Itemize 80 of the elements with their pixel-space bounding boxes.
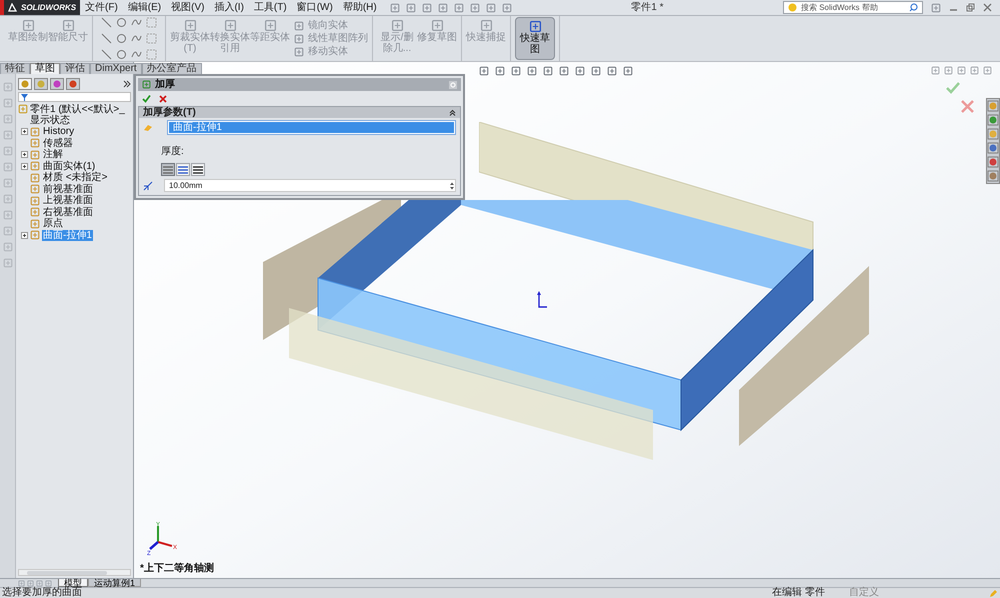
tree-item[interactable]: 右视基准面 [42, 206, 94, 218]
side-lines-icon [163, 166, 173, 174]
sketch-tool-icon[interactable] [146, 17, 157, 28]
sketch-tool-icon[interactable] [101, 17, 112, 28]
spin-arrows-icon[interactable] [449, 180, 455, 190]
sketch-tool-icon[interactable] [146, 48, 157, 60]
sketch-tool-icon[interactable] [116, 48, 127, 60]
sketch-tool-icon[interactable] [101, 32, 112, 44]
help-bubble-icon [788, 3, 797, 12]
tree-item[interactable]: 注解 [42, 149, 64, 160]
menu-item[interactable]: 插入(I) [209, 0, 249, 14]
thickness-dimension-icon [143, 180, 154, 190]
section-title: 加厚参数(T) [143, 107, 196, 118]
confirm-check-icon[interactable] [946, 82, 960, 94]
window-title: 零件1 * [631, 1, 664, 15]
tree-item[interactable]: 材质 <未指定> [42, 172, 108, 184]
menu-item[interactable]: 视图(V) [166, 0, 210, 14]
manager-tab-icon[interactable] [34, 78, 48, 90]
tree-item[interactable]: 传感器 [42, 138, 74, 149]
sketch-tool-icon[interactable] [116, 32, 127, 44]
task-pane-icon[interactable] [987, 113, 999, 127]
thickness-spin-field[interactable]: 10.00mm [164, 179, 456, 192]
side-lines-icon [193, 166, 203, 174]
task-pane-icon[interactable] [987, 169, 999, 183]
horizontal-scrollbar[interactable] [18, 569, 131, 576]
sketch-tool-icon[interactable] [101, 48, 112, 60]
expand-icon[interactable] [21, 232, 28, 239]
menu-item[interactable]: 窗口(W) [292, 0, 338, 14]
cancel-x-icon[interactable] [961, 100, 974, 113]
command-tab[interactable]: 办公室产品 [142, 63, 202, 74]
logo-mark-icon [8, 3, 17, 12]
collapse-chevron-icon[interactable] [449, 109, 456, 116]
side-lines-icon [178, 166, 188, 174]
expand-icon[interactable] [21, 151, 28, 158]
status-message: 选择要加厚的曲面 [2, 588, 82, 598]
command-tab[interactable]: DimXpert [90, 63, 142, 74]
logo-text: SOLIDWORKS [21, 2, 76, 14]
cancel-x-icon[interactable] [159, 94, 167, 102]
tree-item[interactable]: 原点 [42, 218, 64, 230]
thickness-label: 厚度: [161, 146, 184, 157]
manager-tab-icon[interactable] [18, 78, 32, 90]
expand-icon[interactable] [21, 162, 28, 170]
manager-tab-icon[interactable] [66, 78, 80, 90]
sketch-tool-icon[interactable] [116, 17, 127, 28]
surface-icon [143, 124, 153, 132]
search-field[interactable]: 搜索 SolidWorks 帮助 [783, 1, 923, 14]
command-tab[interactable]: 特征 [0, 63, 30, 74]
edit-mode-text: 在编辑 零件 [772, 588, 825, 598]
view-orientation-label: *上下二等角轴测 [140, 562, 214, 576]
thickness-side-button[interactable] [191, 163, 205, 176]
task-pane-icon[interactable] [987, 141, 999, 155]
expand-icon[interactable] [21, 128, 28, 136]
expand-chevron-icon[interactable] [123, 80, 131, 88]
sketch-tool-icon[interactable] [146, 32, 157, 44]
ribbon-button[interactable]: 快速草图 [515, 17, 555, 60]
tree-item[interactable]: 上视基准面 [42, 195, 94, 206]
search-icon[interactable] [909, 3, 918, 12]
sketch-tool-icon[interactable] [131, 32, 142, 44]
tree-item[interactable]: 前视基准面 [42, 184, 94, 195]
tree-root[interactable]: 零件1 (默认<<默认>_显示状态 [30, 104, 133, 126]
menu-item[interactable]: 文件(F) [80, 0, 123, 14]
confirm-check-icon[interactable] [142, 94, 151, 103]
task-pane-icon[interactable] [987, 99, 999, 113]
task-pane-icon[interactable] [987, 127, 999, 141]
filter-field[interactable] [18, 92, 131, 102]
model-tab[interactable]: 模型 [58, 579, 88, 587]
task-pane-icon[interactable] [987, 155, 999, 169]
manager-tab-icon[interactable] [50, 78, 64, 90]
model-tab[interactable]: 运动算例1 [88, 579, 142, 587]
menu-item[interactable]: 编辑(E) [122, 0, 166, 14]
panel-title: 加厚 [155, 78, 175, 92]
units-text: 自定义 [849, 588, 879, 598]
command-tab[interactable]: 草图 [30, 63, 60, 74]
menu-item[interactable]: 工具(T) [248, 0, 292, 14]
command-tab[interactable]: 评估 [60, 63, 90, 74]
sketch-tool-icon[interactable] [131, 48, 142, 60]
menu-item[interactable]: 帮助(H) [338, 0, 382, 14]
filter-icon [21, 94, 28, 100]
tree-item[interactable]: History [42, 126, 76, 138]
tree-item[interactable]: 曲面实体(1) [42, 160, 96, 172]
